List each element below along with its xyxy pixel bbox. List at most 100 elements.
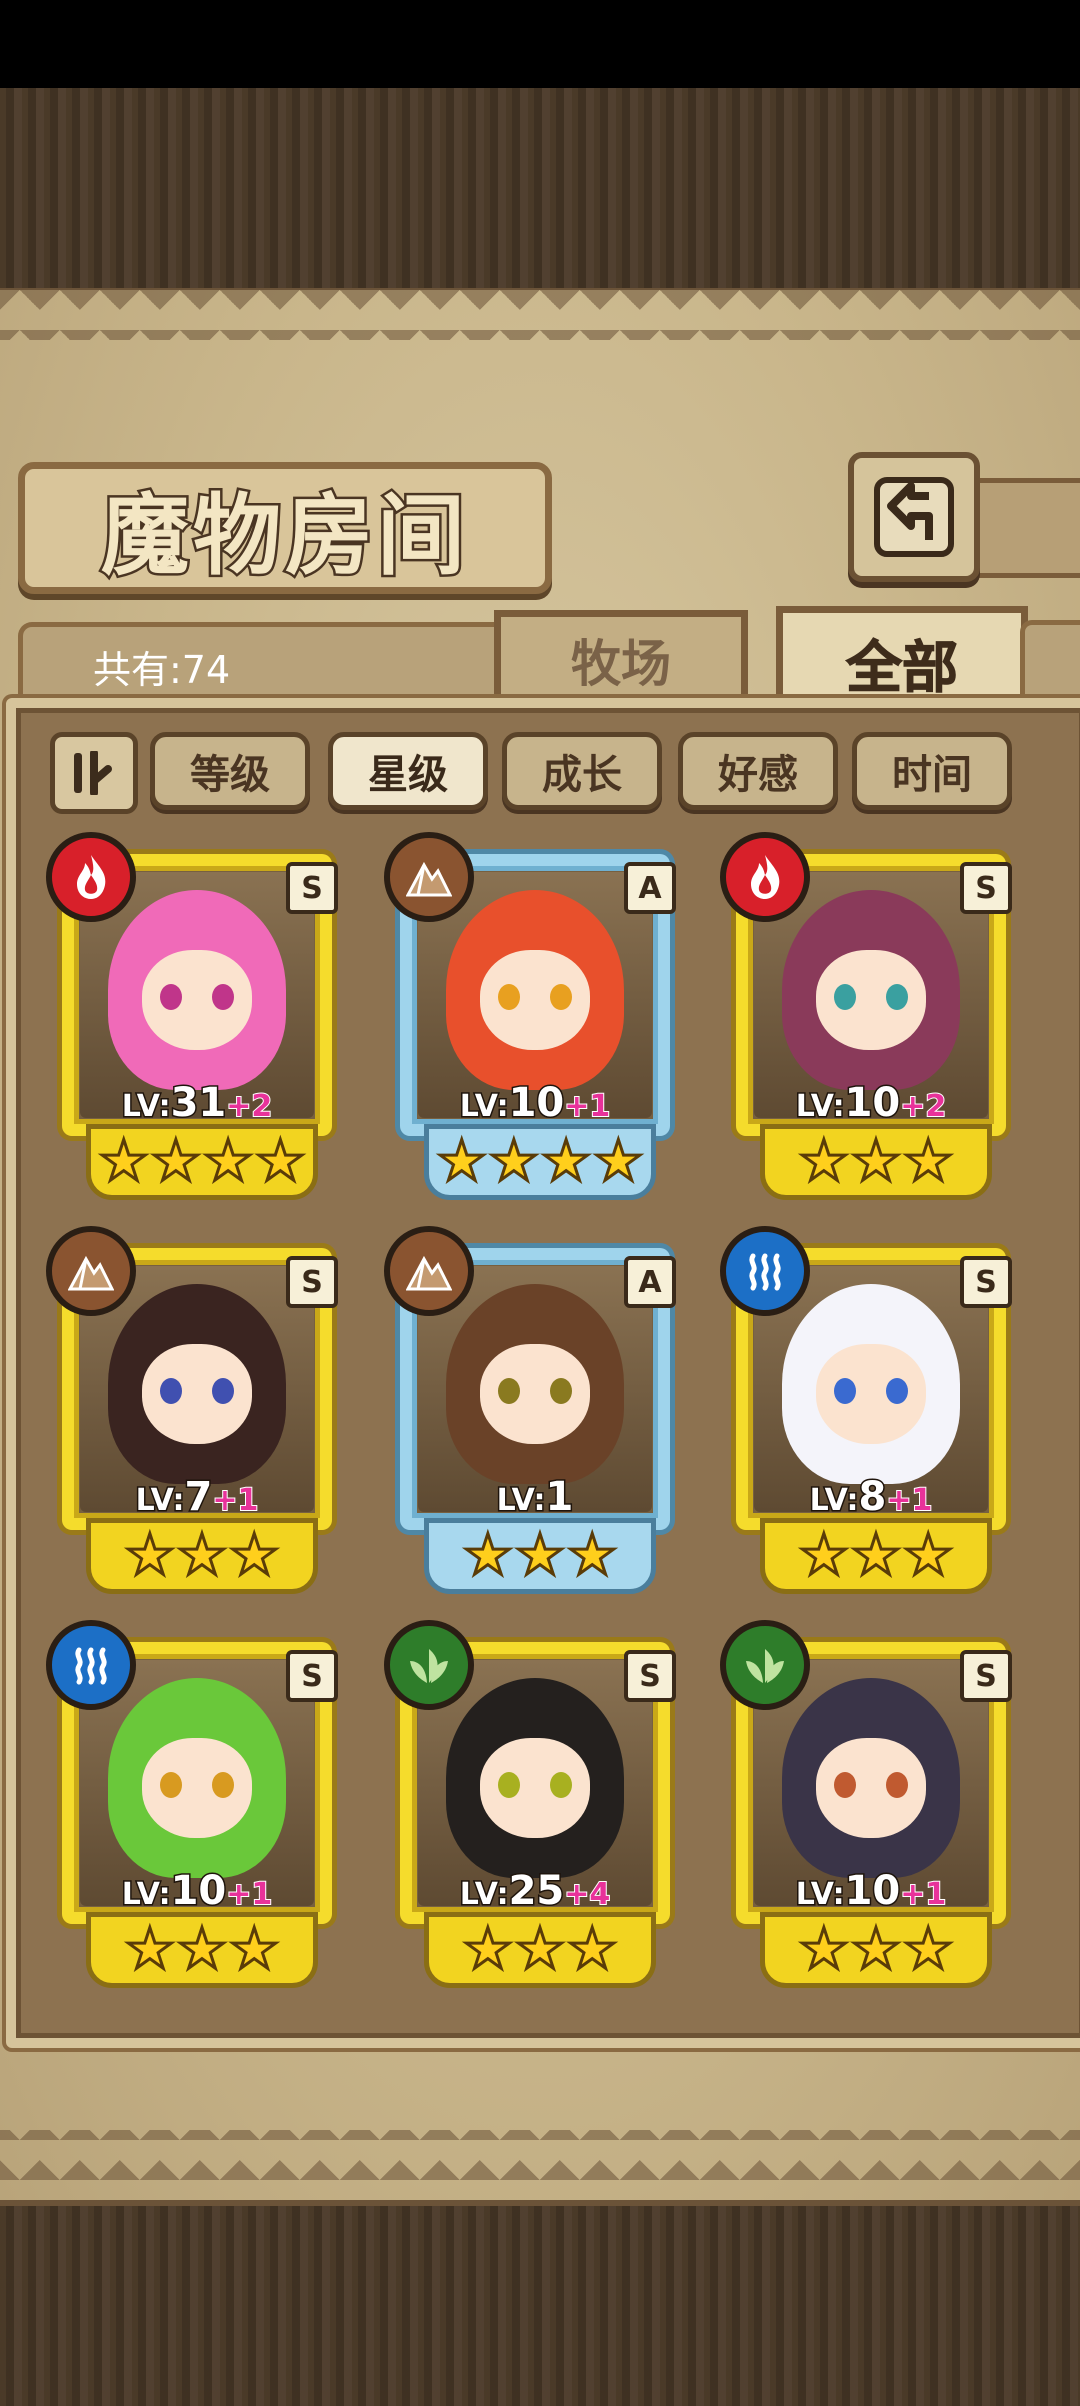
earth-icon: [46, 1226, 136, 1316]
star-icon: ★: [513, 1523, 566, 1588]
star-icon: ★: [149, 1129, 202, 1194]
star-rating: ★ ★ ★: [424, 1912, 656, 1988]
monster-card[interactable]: S LV:7+1 ★ ★ ★: [46, 1226, 356, 1594]
zigzag-edge-top: [0, 290, 1080, 340]
tab-all-label: 全部: [846, 634, 959, 701]
rank-badge: A: [624, 862, 676, 914]
monster-card[interactable]: A LV:10+1 ★ ★ ★ ★: [384, 832, 694, 1200]
star-icon: ★: [797, 1917, 850, 1982]
monster-card[interactable]: A LV:1 ★ ★ ★: [384, 1226, 694, 1594]
fire-icon: [46, 832, 136, 922]
filter-affection[interactable]: 好感: [678, 732, 838, 810]
filter-time[interactable]: 时间: [852, 732, 1012, 810]
star-rating: ★ ★ ★: [424, 1518, 656, 1594]
filter-time-label: 时间: [892, 752, 972, 798]
star-icon: ★: [435, 1129, 488, 1194]
level-label: LV:31+2: [120, 1079, 273, 1128]
star-icon: ★: [254, 1129, 307, 1194]
star-icon: ★: [902, 1129, 955, 1194]
star-icon: ★: [539, 1129, 592, 1194]
star-icon: ★: [513, 1917, 566, 1982]
rank-badge: S: [960, 1650, 1012, 1702]
star-icon: ★: [228, 1917, 281, 1982]
level-label: LV:10+1: [794, 1867, 947, 1916]
tab-ranch[interactable]: 牧场: [494, 610, 748, 703]
leaf-icon: [384, 1620, 474, 1710]
zigzag-edge-bottom: [0, 2130, 1080, 2180]
filter-star[interactable]: 星级: [328, 732, 488, 810]
star-icon: ★: [201, 1129, 254, 1194]
monster-card[interactable]: S LV:25+4 ★ ★ ★: [384, 1620, 694, 1988]
star-icon: ★: [849, 1129, 902, 1194]
title-plate: 魔物房间: [18, 462, 552, 594]
filter-level[interactable]: 等级: [150, 732, 310, 810]
star-rating: ★ ★ ★: [86, 1518, 318, 1594]
level-label: LV:8+1: [808, 1473, 933, 1522]
water-icon: [46, 1620, 136, 1710]
star-icon: ★: [123, 1523, 176, 1588]
star-icon: ★: [461, 1523, 514, 1588]
tab-all[interactable]: 全部: [776, 606, 1028, 713]
star-icon: ★: [849, 1523, 902, 1588]
star-icon: ★: [175, 1917, 228, 1982]
earth-icon: [384, 1226, 474, 1316]
fire-icon: [720, 832, 810, 922]
monster-count: 共有:74: [93, 648, 231, 692]
status-bar: [0, 0, 1080, 88]
level-label: LV:10+1: [458, 1079, 611, 1128]
star-icon: ★: [123, 1917, 176, 1982]
star-icon: ★: [849, 1917, 902, 1982]
monster-card[interactable]: S LV:31+2 ★ ★ ★ ★: [46, 832, 356, 1200]
star-icon: ★: [592, 1129, 645, 1194]
star-rating: ★ ★ ★ ★: [86, 1124, 318, 1200]
rank-badge: S: [960, 1256, 1012, 1308]
sort-bar-icon: [74, 753, 82, 793]
filter-star-label: 星级: [368, 752, 448, 798]
star-rating: ★ ★ ★: [86, 1912, 318, 1988]
rank-badge: S: [286, 862, 338, 914]
monster-card[interactable]: S LV:10+2 ★ ★ ★: [720, 832, 1030, 1200]
sort-arrow-icon: [90, 751, 112, 795]
star-rating: ★ ★ ★: [760, 1518, 992, 1594]
filter-growth-label: 成长: [542, 752, 622, 798]
rank-badge: A: [624, 1256, 676, 1308]
level-label: LV:7+1: [134, 1473, 259, 1522]
star-rating: ★ ★ ★: [760, 1912, 992, 1988]
monster-card[interactable]: S LV:10+1 ★ ★ ★: [720, 1620, 1030, 1988]
page-title: 魔物房间: [98, 480, 469, 589]
star-icon: ★: [461, 1917, 514, 1982]
sort-order-toggle[interactable]: [50, 732, 138, 814]
star-icon: ★: [97, 1129, 150, 1194]
earth-icon: [384, 832, 474, 922]
tab-ranch-label: 牧场: [571, 634, 671, 693]
back-button[interactable]: [848, 452, 980, 582]
back-arrow-icon: [874, 477, 954, 557]
star-icon: ★: [566, 1523, 619, 1588]
star-icon: ★: [228, 1523, 281, 1588]
filter-growth[interactable]: 成长: [502, 732, 662, 810]
level-label: LV:25+4: [458, 1867, 611, 1916]
level-label: LV:10+1: [120, 1867, 273, 1916]
monster-card[interactable]: S LV:8+1 ★ ★ ★: [720, 1226, 1030, 1594]
star-rating: ★ ★ ★: [760, 1124, 992, 1200]
rank-badge: S: [286, 1650, 338, 1702]
leaf-icon: [720, 1620, 810, 1710]
filter-level-label: 等级: [190, 752, 270, 798]
level-label: LV:10+2: [794, 1079, 947, 1128]
star-icon: ★: [797, 1523, 850, 1588]
star-icon: ★: [902, 1917, 955, 1982]
wood-border-top: [0, 88, 1080, 294]
star-icon: ★: [566, 1917, 619, 1982]
monster-count-bar: 共有:74: [18, 622, 528, 697]
star-icon: ★: [487, 1129, 540, 1194]
tab-rail: [1020, 620, 1080, 705]
rank-badge: S: [624, 1650, 676, 1702]
star-icon: ★: [797, 1129, 850, 1194]
star-rating: ★ ★ ★ ★: [424, 1124, 656, 1200]
monster-card[interactable]: S LV:10+1 ★ ★ ★: [46, 1620, 356, 1988]
rank-badge: S: [286, 1256, 338, 1308]
level-label: LV:1: [495, 1473, 575, 1522]
back-rail: [966, 478, 1080, 578]
water-icon: [720, 1226, 810, 1316]
rank-badge: S: [960, 862, 1012, 914]
